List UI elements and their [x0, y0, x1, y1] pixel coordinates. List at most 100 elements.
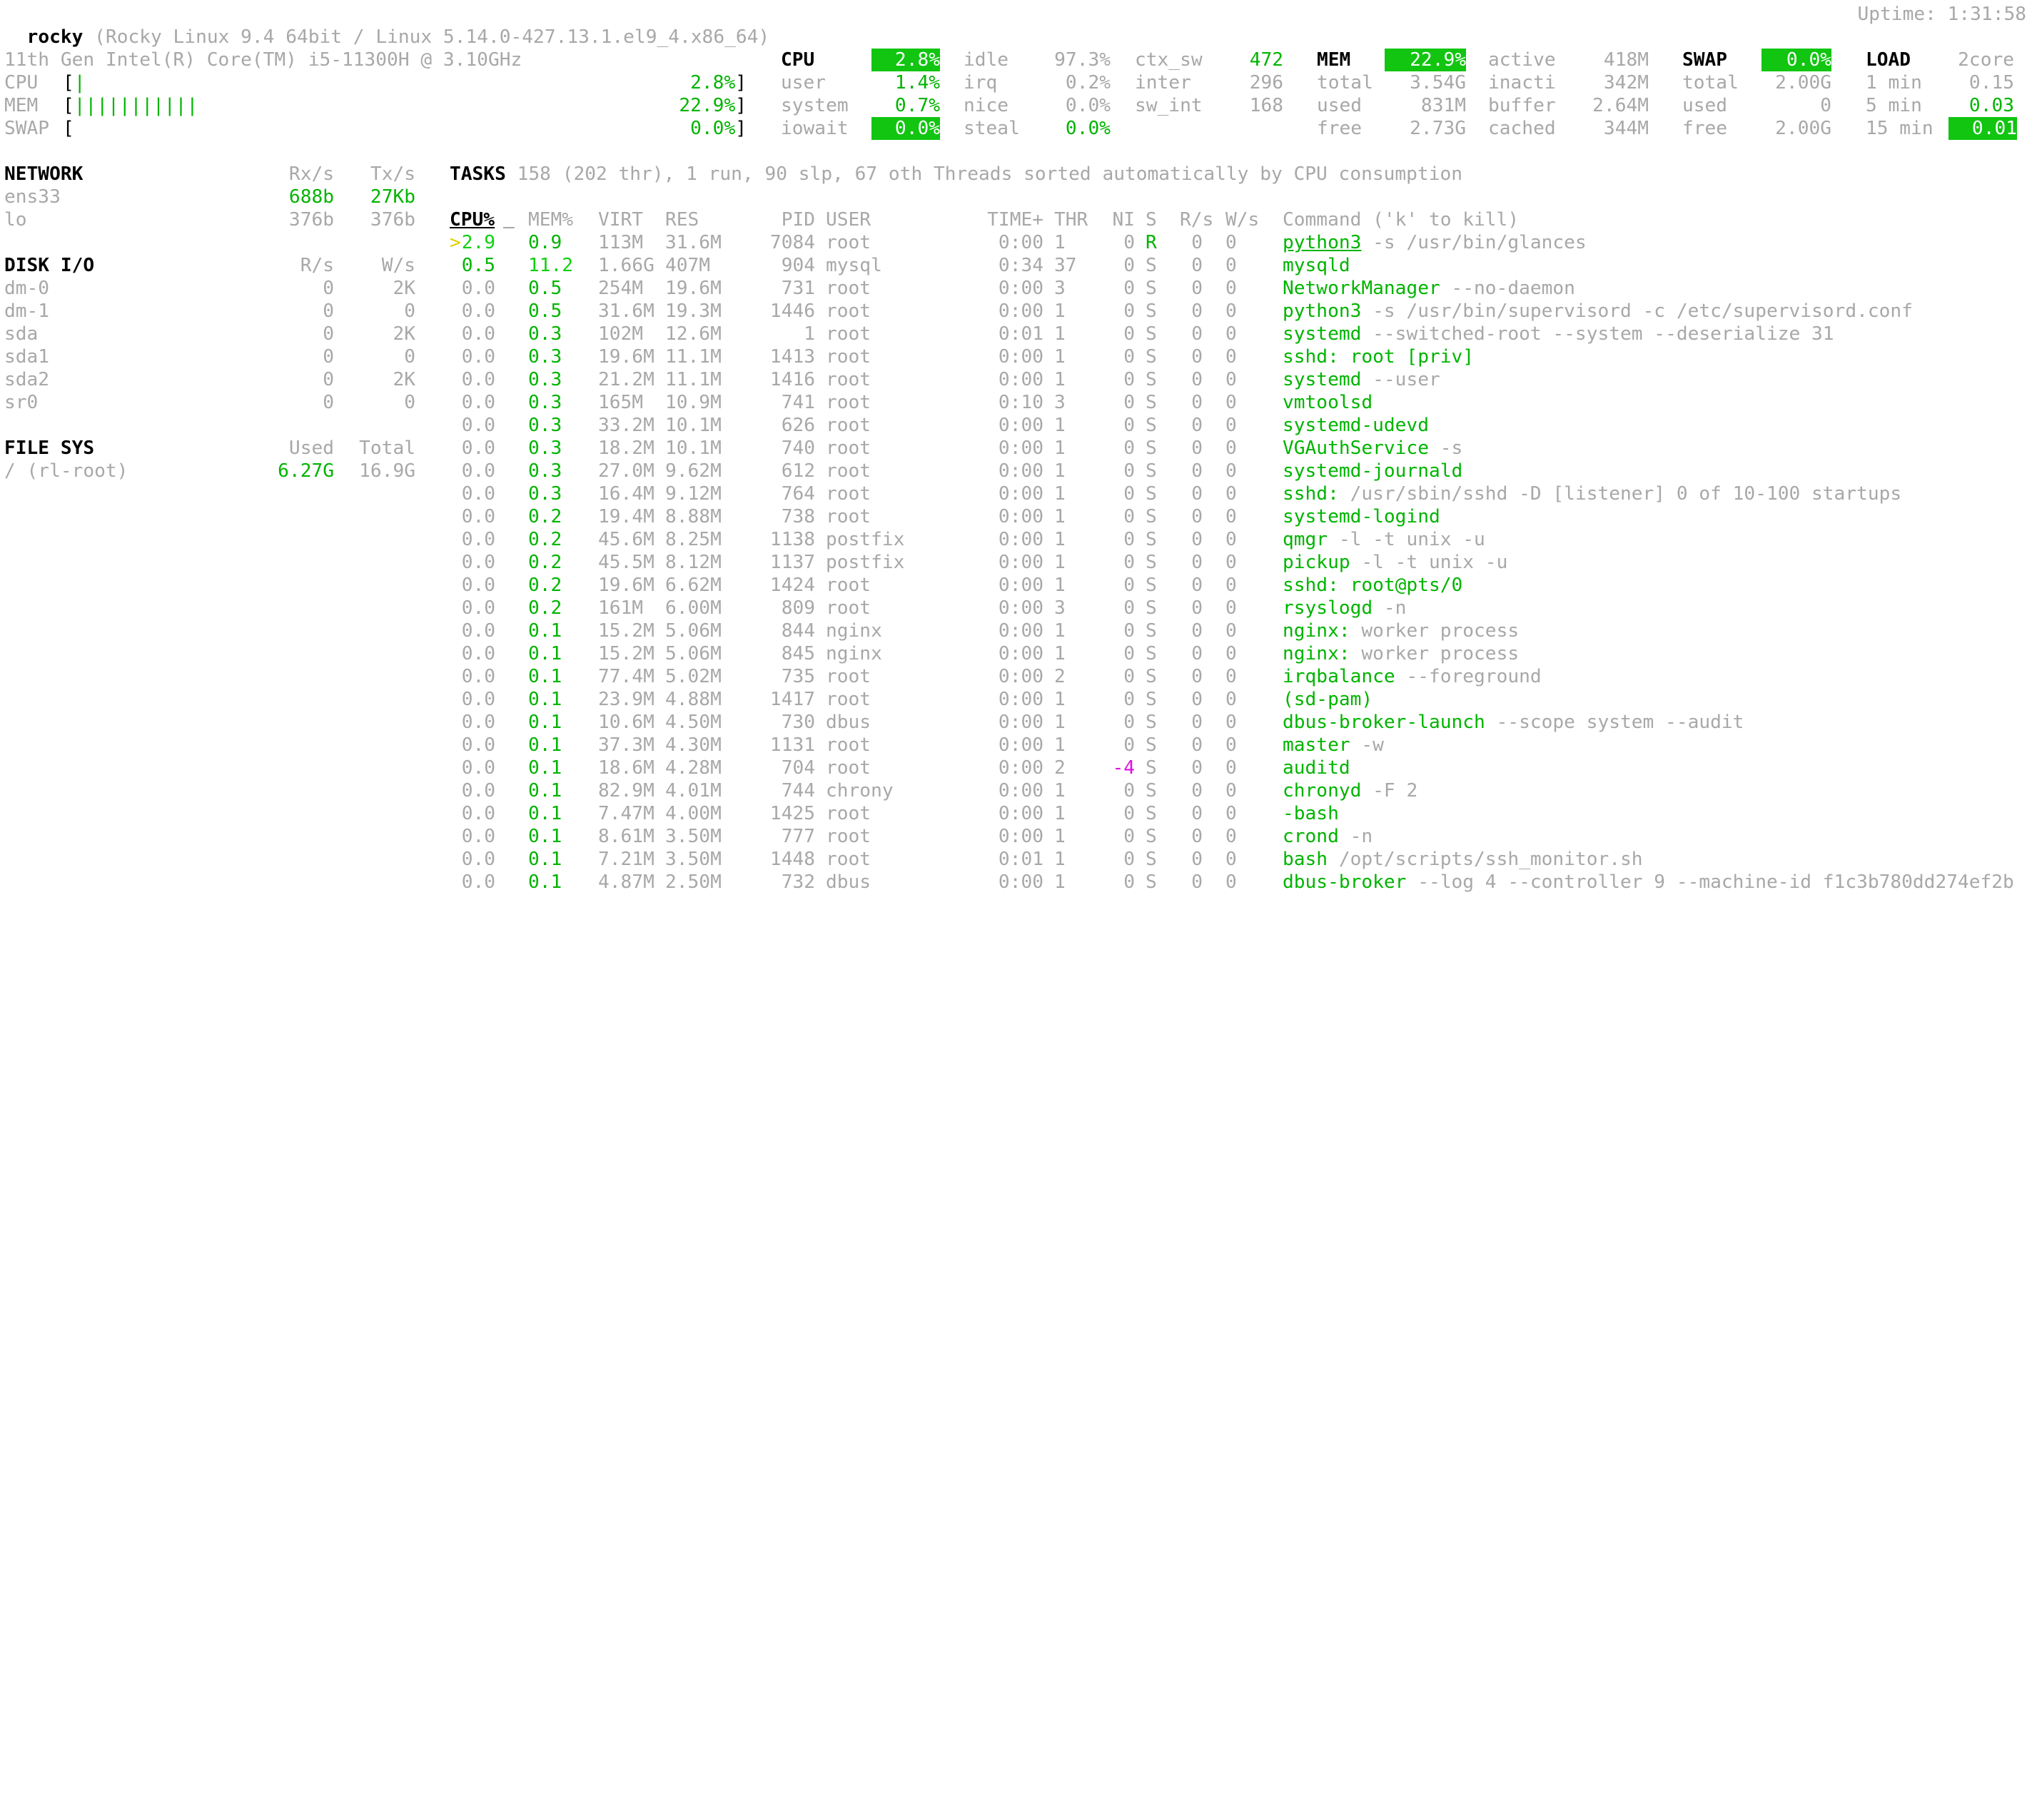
process-time: 0:00: [998, 689, 1043, 710]
process-row[interactable]: >2.9 0.9 113M 31.6M 7084 root 0:00 1 0 R 0 0 python3…: [0, 231, 2032, 254]
process-read-rate: 0: [1191, 871, 1203, 893]
col-header-s[interactable]: S: [1146, 208, 1157, 231]
process-threads: 1: [1054, 826, 1066, 847]
quicklook-swap-value: 0.0%]: [690, 118, 747, 139]
process-row[interactable]: 0.0 0.5 31.6M 19.3M 1446 root 0:00 1 0 S 0 0 python3…: [0, 300, 2032, 323]
process-time: 0:00: [998, 232, 1043, 253]
process-threads: 1: [1054, 506, 1066, 527]
process-user: root: [826, 232, 871, 253]
col-header-virt[interactable]: VIRT: [598, 208, 643, 231]
process-row[interactable]: 0.0 0.3 102M 12.6M 1 root 0:01 1 0 S 0 0 systemd --s…: [0, 323, 2032, 345]
process-row[interactable]: 0.0 0.1 82.9M 4.01M 744 chrony 0:00 1 0 S 0 0 chrony…: [0, 779, 2032, 802]
process-mem: 0.1: [528, 712, 562, 733]
process-threads: 37: [1054, 255, 1077, 276]
process-nice: 0: [1123, 278, 1135, 299]
process-row[interactable]: 0.0 0.1 7.21M 3.50M 1448 root 0:01 1 0 S 0 0 bash /o…: [0, 848, 2032, 871]
process-row[interactable]: 0.0 0.1 8.61M 3.50M 777 root 0:00 1 0 S 0 0 crond -n: [0, 825, 2032, 848]
col-header-rs[interactable]: R/s: [1180, 208, 1213, 231]
process-pid: 735: [781, 666, 815, 687]
process-row[interactable]: 0.0 0.1 77.4M 5.02M 735 root 0:00 2 0 S 0 0 irqbalan…: [0, 665, 2032, 688]
col-header-command[interactable]: Command ('k' to kill): [1283, 208, 1519, 231]
process-command-name: sshd: root@pts/0: [1283, 575, 1463, 596]
col-header-cpu[interactable]: CPU%: [450, 208, 495, 231]
process-time: 0:00: [998, 826, 1043, 847]
process-cpu: 0.0: [461, 597, 495, 619]
process-threads: 1: [1054, 346, 1066, 368]
process-row[interactable]: 0.0 0.1 10.6M 4.50M 730 dbus 0:00 1 0 S 0 0 dbus-bro…: [0, 711, 2032, 734]
process-mem: 0.2: [528, 597, 562, 619]
process-row[interactable]: 0.0 0.2 19.4M 8.88M 738 root 0:00 1 0 S 0 0 systemd-…: [0, 505, 2032, 528]
process-user: postfix: [826, 552, 905, 573]
process-command-name: systemd-journald: [1283, 460, 1463, 482]
process-row[interactable]: 0.0 0.3 18.2M 10.1M 740 root 0:00 1 0 S 0 0 VGAuthSe…: [0, 437, 2032, 460]
process-status: S: [1146, 392, 1157, 413]
uptime: Uptime: 1:31:58: [1857, 4, 2027, 25]
process-row[interactable]: 0.0 0.2 45.6M 8.25M 1138 postfix 0:00 1 0 S 0 0 qmgr…: [0, 528, 2032, 551]
process-command-name: systemd-udevd: [1283, 415, 1429, 436]
process-write-rate: 0: [1225, 597, 1237, 619]
process-command: irqbalance --foreground: [1283, 665, 1542, 688]
process-row[interactable]: 0.0 0.1 23.9M 4.88M 1417 root 0:00 1 0 S 0 0 (sd-pam…: [0, 688, 2032, 711]
process-time: 0:00: [998, 506, 1043, 527]
col-header-res[interactable]: RES: [665, 208, 699, 231]
col-header-ws[interactable]: W/s: [1225, 208, 1259, 231]
process-cpu: 0.0: [461, 826, 495, 847]
process-nice: -4: [1112, 757, 1135, 779]
process-command: dbus-broker --log 4 --controller 9 --mac…: [1283, 871, 2014, 894]
process-row[interactable]: 0.0 0.3 16.4M 9.12M 764 root 0:00 1 0 S 0 0 sshd: /u…: [0, 482, 2032, 505]
process-row[interactable]: 0.0 0.3 21.2M 11.1M 1416 root 0:00 1 0 S 0 0 systemd…: [0, 368, 2032, 391]
process-threads: 1: [1054, 575, 1066, 596]
process-time: 0:00: [998, 803, 1043, 824]
process-user: dbus: [826, 712, 871, 733]
quicklook-mem-label: MEM: [4, 95, 39, 116]
col-header-pid[interactable]: PID: [757, 208, 815, 231]
process-row[interactable]: 0.0 0.3 165M 10.9M 741 root 0:10 3 0 S 0 0 vmtoolsd: [0, 391, 2032, 414]
process-status: S: [1146, 803, 1157, 824]
process-nice: 0: [1123, 255, 1135, 276]
cpu-steal-label: steal: [964, 118, 1020, 139]
process-row[interactable]: 0.0 0.2 161M 6.00M 809 root 0:00 3 0 S 0 0 rsyslogd …: [0, 597, 2032, 620]
col-header-user[interactable]: USER: [826, 208, 871, 231]
process-row[interactable]: 0.0 0.1 37.3M 4.30M 1131 root 0:00 1 0 S 0 0 master …: [0, 734, 2032, 757]
process-virt: 165M: [598, 392, 644, 413]
process-mem: 0.1: [528, 803, 562, 824]
process-row[interactable]: 0.5 11.2 1.66G 407M 904 mysql 0:34 37 0 S 0 0 mysqld: [0, 254, 2032, 277]
process-row[interactable]: 0.0 0.3 33.2M 10.1M 626 root 0:00 1 0 S 0 0 systemd-…: [0, 414, 2032, 437]
process-mem: 0.1: [528, 689, 562, 710]
process-virt: 254M: [598, 278, 644, 299]
process-threads: 1: [1054, 300, 1066, 322]
process-time: 0:00: [998, 734, 1043, 756]
process-res: 2.50M: [665, 871, 722, 893]
process-row[interactable]: 0.0 0.1 7.47M 4.00M 1425 root 0:00 1 0 S 0 0 -bash: [0, 802, 2032, 825]
process-status: S: [1146, 871, 1157, 893]
process-row[interactable]: 0.0 0.3 27.0M 9.62M 612 root 0:00 1 0 S 0 0 systemd-…: [0, 460, 2032, 482]
process-row[interactable]: 0.0 0.2 45.5M 8.12M 1137 postfix 0:00 1 0 S 0 0 pick…: [0, 551, 2032, 574]
col-header-mem[interactable]: MEM%: [528, 208, 573, 231]
process-row[interactable]: 0.0 0.1 18.6M 4.28M 704 root 0:00 2 -4 S 0 0 auditd: [0, 757, 2032, 779]
process-row[interactable]: 0.0 0.1 15.2M 5.06M 845 nginx 0:00 1 0 S 0 0 nginx: …: [0, 642, 2032, 665]
process-threads: 2: [1054, 666, 1066, 687]
process-nice: 0: [1123, 734, 1135, 756]
col-header-ni[interactable]: NI: [1106, 208, 1135, 231]
col-header-time[interactable]: TIME+: [978, 208, 1043, 231]
process-command-name: python3: [1283, 232, 1362, 253]
process-mem: 0.9: [528, 232, 562, 253]
col-header-thr[interactable]: THR: [1054, 208, 1088, 231]
quicklook-mem-bar: [|||||||||||: [63, 95, 198, 116]
process-user: nginx: [826, 620, 882, 642]
process-res: 11.1M: [665, 369, 722, 390]
process-command-name: rsyslogd: [1283, 597, 1373, 619]
process-row[interactable]: 0.0 0.5 254M 19.6M 731 root 0:00 3 0 S 0 0 NetworkMa…: [0, 277, 2032, 300]
process-write-rate: 0: [1225, 506, 1237, 527]
process-read-rate: 0: [1191, 232, 1203, 253]
process-res: 11.1M: [665, 346, 722, 368]
process-command: crond -n: [1283, 825, 1373, 848]
process-row[interactable]: 0.0 0.1 4.87M 2.50M 732 dbus 0:00 1 0 S 0 0 dbus-bro…: [0, 871, 2032, 894]
process-row[interactable]: 0.0 0.1 15.2M 5.06M 844 nginx 0:00 1 0 S 0 0 nginx: …: [0, 620, 2032, 642]
process-row[interactable]: 0.0 0.2 19.6M 6.62M 1424 root 0:00 1 0 S 0 0 sshd: r…: [0, 574, 2032, 597]
process-row[interactable]: 0.0 0.3 19.6M 11.1M 1413 root 0:00 1 0 S 0 0 sshd: r…: [0, 345, 2032, 368]
process-read-rate: 0: [1191, 460, 1203, 482]
process-command: dbus-broker-launch --scope system --audi…: [1283, 711, 1744, 734]
process-virt: 33.2M: [598, 415, 654, 436]
network-iface-ens33: ens33: [4, 186, 61, 208]
